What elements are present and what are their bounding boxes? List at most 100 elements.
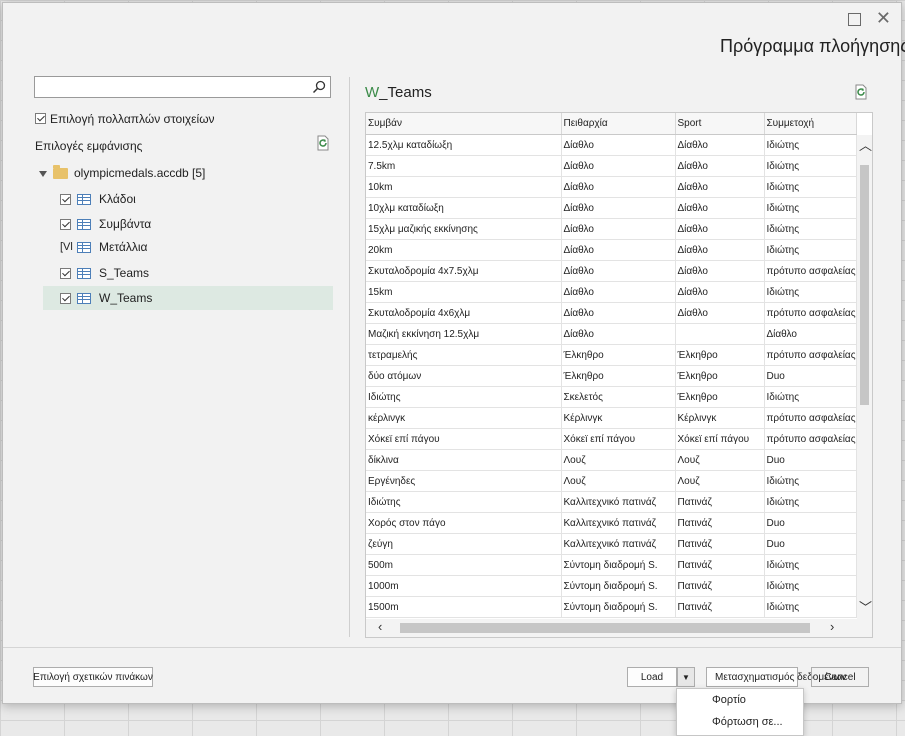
tree-root-label: olympicmedals.accdb [5]: [74, 166, 206, 180]
table-row: 1500m Σύντομη διαδρομή S. Πατινάζ Ιδιώτης: [366, 596, 857, 618]
menu-item-load-to[interactable]: Φόρτωση σε...: [677, 711, 803, 733]
column-header[interactable]: Συμβάν: [366, 113, 562, 135]
vertical-scrollbar[interactable]: ︿ ﹀: [857, 135, 872, 619]
table-cell: τετραμελής: [366, 344, 562, 366]
table-cell: πρότυπο ασφαλείας: [764, 302, 857, 324]
preview-refresh-icon[interactable]: [853, 84, 869, 100]
tree-item-symvanta[interactable]: Συμβάντα: [43, 212, 333, 236]
load-dropdown-button[interactable]: ▼: [677, 667, 695, 687]
chevron-down-icon: ▼: [682, 672, 690, 682]
close-icon[interactable]: ✕: [876, 9, 891, 27]
column-header[interactable]: Sport: [675, 113, 765, 135]
tree-item-w-teams[interactable]: W_Teams: [43, 286, 333, 310]
pane-divider[interactable]: [349, 77, 350, 637]
table-cell: Δίαθλο: [561, 281, 676, 303]
tree-item-metallia[interactable]: [Vl Μετάλλια: [43, 235, 333, 259]
transform-data-button[interactable]: Μετασχηματισμός δεδομένων: [706, 667, 846, 687]
table-cell: Πατινάζ: [675, 533, 765, 555]
scroll-left-icon[interactable]: ‹: [378, 620, 382, 634]
table-row: 15km Δίαθλο Δίαθλο Ιδιώτης: [366, 281, 857, 303]
scroll-up-icon[interactable]: ︿: [859, 139, 872, 153]
checkbox-icon[interactable]: [60, 292, 71, 304]
table-cell: 7.5km: [366, 155, 562, 177]
table-cell: Χορός στον πάγο: [366, 512, 562, 534]
table-cell: Καλλιτεχνικό πατινάζ: [561, 533, 676, 555]
table-row: Μαζική εκκίνηση 12.5χλμ Δίαθλο Δίαθλο: [366, 323, 857, 345]
table-row: Εργένηδες Λουζ Λουζ Ιδιώτης: [366, 470, 857, 492]
search-input[interactable]: [34, 76, 331, 98]
tree-item-label: W_Teams: [99, 291, 153, 305]
table-cell: Σκυταλοδρομία 4x7.5χλμ: [366, 260, 562, 282]
table-cell: Πατινάζ: [675, 596, 765, 618]
table-cell: Σκελετός: [561, 386, 676, 408]
table-cell: Ιδιώτης: [764, 197, 857, 219]
expand-icon[interactable]: [39, 170, 47, 177]
table-cell: Πατινάζ: [675, 491, 765, 513]
vertical-scroll-thumb[interactable]: [860, 165, 869, 405]
table-cell: πρότυπο ασφαλείας: [764, 428, 857, 450]
checkbox-partial[interactable]: [Vl: [60, 241, 73, 253]
table-row: 15χλμ μαζικής εκκίνησης Δίαθλο Δίαθλο Ιδιώτ…: [366, 218, 857, 240]
search-icon[interactable]: [312, 80, 326, 94]
display-options-button[interactable]: Επιλογές εμφάνισης: [35, 139, 142, 153]
menu-item-load[interactable]: Φορτίο: [677, 689, 803, 711]
tree-item-label: Μετάλλια: [99, 240, 148, 254]
preview-title-rest: _Teams: [379, 84, 432, 101]
scroll-down-icon[interactable]: ﹀: [859, 601, 872, 615]
table-cell: 20km: [366, 239, 562, 261]
maximize-icon[interactable]: [848, 13, 861, 26]
table-row: Σκυταλοδρομία 4x7.5χλμ Δίαθλο Δίαθλο πρότυπ…: [366, 260, 857, 282]
table-cell: Δίαθλο: [561, 155, 676, 177]
table-cell: Δίαθλο: [675, 176, 765, 198]
table-cell: Λουζ: [675, 449, 765, 471]
checkbox-icon[interactable]: [60, 193, 71, 205]
table-row: Ιδιώτης Σκελετός Έλκηθρο Ιδιώτης: [366, 386, 857, 408]
horizontal-scroll-thumb[interactable]: [400, 623, 810, 633]
checkbox-icon[interactable]: [60, 267, 71, 279]
table-cell: Ιδιώτης: [764, 491, 857, 513]
table-cell: Duo: [764, 449, 857, 471]
table-cell: Δίαθλο: [561, 134, 676, 156]
table-cell: Ιδιώτης: [764, 176, 857, 198]
tree-item-kladoi[interactable]: Κλάδοι: [43, 187, 333, 211]
table-cell: 500m: [366, 554, 562, 576]
table-cell: Έλκηθρο: [561, 344, 676, 366]
multi-select-checkbox[interactable]: Επιλογή πολλαπλών στοιχείων: [35, 111, 215, 126]
table-cell: Δίαθλο: [561, 260, 676, 282]
cancel-button[interactable]: Cancel: [811, 667, 869, 687]
table-cell: Ιδιώτης: [764, 281, 857, 303]
table-row: 1000m Σύντομη διαδρομή S. Πατινάζ Ιδιώτης: [366, 575, 857, 597]
table-row: τετραμελής Έλκηθρο Έλκηθρο πρότυπο ασφαλεία…: [366, 344, 857, 366]
table-cell: Δίαθλο: [675, 260, 765, 282]
select-related-tables-button[interactable]: Επιλογή σχετικών πινάκων: [33, 667, 153, 687]
table-icon: [77, 218, 91, 230]
table-cell: Δίαθλο: [675, 155, 765, 177]
table-cell: Duo: [764, 533, 857, 555]
table-cell: Ιδιώτης: [366, 491, 562, 513]
table-cell: Έλκηθρο: [675, 386, 765, 408]
refresh-icon[interactable]: [315, 135, 331, 151]
tree-item-s-teams[interactable]: S_Teams: [43, 261, 333, 285]
column-header[interactable]: Συμμετοχή: [764, 113, 857, 135]
preview-grid[interactable]: Συμβάν Πειθαρχία Sport Συμμετοχή 12.5χλμ κα…: [365, 112, 873, 638]
table-cell: 12.5χλμ καταδίωξη: [366, 134, 562, 156]
table-row: 7.5km Δίαθλο Δίαθλο Ιδιώτης: [366, 155, 857, 177]
table-cell: Δίαθλο: [561, 302, 676, 324]
table-cell: πρότυπο ασφαλείας: [764, 344, 857, 366]
table-cell: Χόκεϊ επί πάγου: [675, 428, 765, 450]
tree-root-database[interactable]: olympicmedals.accdb [5]: [39, 165, 206, 180]
table-cell: ζεύγη: [366, 533, 562, 555]
tree-item-label: Συμβάντα: [99, 217, 152, 231]
checkbox-icon[interactable]: [60, 218, 71, 230]
table-cell: Δίαθλο: [675, 218, 765, 240]
table-cell: 15km: [366, 281, 562, 303]
table-cell: [675, 323, 765, 345]
table-cell: Δίαθλο: [561, 218, 676, 240]
load-button[interactable]: Load: [627, 667, 677, 687]
table-cell: Σύντομη διαδρομή S.: [561, 596, 676, 618]
column-header[interactable]: Πειθαρχία: [561, 113, 676, 135]
table-cell: Δίαθλο: [675, 302, 765, 324]
horizontal-scrollbar[interactable]: ‹ ›: [366, 619, 872, 637]
scroll-right-icon[interactable]: ›: [830, 620, 834, 634]
table-cell: Εργένηδες: [366, 470, 562, 492]
